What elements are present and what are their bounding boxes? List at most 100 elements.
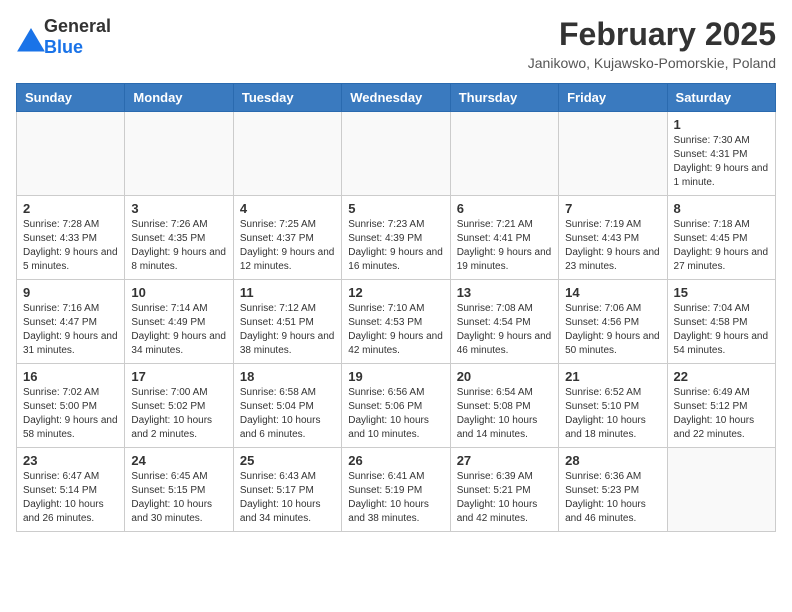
- calendar-cell: 15 Sunrise: 7:04 AM Sunset: 4:58 PM Dayli…: [667, 280, 775, 364]
- day-number: 19: [348, 369, 443, 384]
- day-info: Sunrise: 7:19 AM Sunset: 4:43 PM Dayligh…: [565, 218, 660, 274]
- day-info: Sunrise: 6:58 AM Sunset: 5:04 PM Dayligh…: [240, 386, 335, 442]
- month-title: February 2025: [528, 16, 776, 53]
- day-info: Sunrise: 6:45 AM Sunset: 5:15 PM Dayligh…: [131, 470, 226, 526]
- calendar-cell: [450, 112, 558, 196]
- weekday-header-saturday: Saturday: [667, 84, 775, 112]
- day-info: Sunrise: 7:04 AM Sunset: 4:58 PM Dayligh…: [674, 302, 769, 358]
- day-info: Sunrise: 6:39 AM Sunset: 5:21 PM Dayligh…: [457, 470, 552, 526]
- calendar-cell: 3Sunrise: 7:26 AM Sunset: 4:35 PM Daylig…: [125, 196, 233, 280]
- week-row-3: 9Sunrise: 7:16 AM Sunset: 4:47 PM Daylig…: [17, 280, 776, 364]
- day-info: Sunrise: 6:47 AM Sunset: 5:14 PM Dayligh…: [23, 470, 118, 526]
- weekday-header-tuesday: Tuesday: [233, 84, 341, 112]
- calendar-cell: 21 Sunrise: 6:52 AM Sunset: 5:10 PM Dayli…: [559, 364, 667, 448]
- calendar-cell: 12 Sunrise: 7:10 AM Sunset: 4:53 PM Dayli…: [342, 280, 450, 364]
- weekday-header-thursday: Thursday: [450, 84, 558, 112]
- day-info: Sunrise: 7:00 AM Sunset: 5:02 PM Dayligh…: [131, 386, 226, 442]
- calendar-cell: 11 Sunrise: 7:12 AM Sunset: 4:51 PM Dayli…: [233, 280, 341, 364]
- week-row-1: 1Sunrise: 7:30 AM Sunset: 4:31 PM Daylig…: [17, 112, 776, 196]
- day-number: 13: [457, 285, 552, 300]
- calendar-cell: [125, 112, 233, 196]
- day-info: Sunrise: 7:06 AM Sunset: 4:56 PM Dayligh…: [565, 302, 660, 358]
- calendar-cell: 18 Sunrise: 6:58 AM Sunset: 5:04 PM Dayli…: [233, 364, 341, 448]
- day-number: 5: [348, 201, 443, 216]
- day-number: 1: [674, 117, 769, 132]
- calendar-cell: 10 Sunrise: 7:14 AM Sunset: 4:49 PM Dayli…: [125, 280, 233, 364]
- day-number: 22: [674, 369, 769, 384]
- calendar-cell: 8 Sunrise: 7:18 AM Sunset: 4:45 PM Daylig…: [667, 196, 775, 280]
- calendar-cell: [233, 112, 341, 196]
- calendar-cell: 13 Sunrise: 7:08 AM Sunset: 4:54 PM Dayli…: [450, 280, 558, 364]
- calendar-cell: 24 Sunrise: 6:45 AM Sunset: 5:15 PM Dayli…: [125, 448, 233, 532]
- calendar-cell: 4 Sunrise: 7:25 AM Sunset: 4:37 PM Daylig…: [233, 196, 341, 280]
- calendar-cell: 23 Sunrise: 6:47 AM Sunset: 5:14 PM Dayli…: [17, 448, 125, 532]
- calendar-cell: 6Sunrise: 7:21 AM Sunset: 4:41 PM Daylig…: [450, 196, 558, 280]
- location-title: Janikowo, Kujawsko-Pomorskie, Poland: [528, 55, 776, 71]
- calendar-cell: 26 Sunrise: 6:41 AM Sunset: 5:19 PM Dayli…: [342, 448, 450, 532]
- calendar-cell: [559, 112, 667, 196]
- calendar-cell: [17, 112, 125, 196]
- day-info: Sunrise: 7:16 AM Sunset: 4:47 PM Dayligh…: [23, 302, 118, 358]
- calendar-cell: 16Sunrise: 7:02 AM Sunset: 5:00 PM Dayli…: [17, 364, 125, 448]
- day-number: 4: [240, 201, 335, 216]
- day-info: Sunrise: 7:08 AM Sunset: 4:54 PM Dayligh…: [457, 302, 552, 358]
- logo-icon: [16, 27, 40, 47]
- day-number: 15: [674, 285, 769, 300]
- day-info: Sunrise: 6:52 AM Sunset: 5:10 PM Dayligh…: [565, 386, 660, 442]
- calendar-cell: 28Sunrise: 6:36 AM Sunset: 5:23 PM Dayli…: [559, 448, 667, 532]
- calendar-cell: 17 Sunrise: 7:00 AM Sunset: 5:02 PM Dayli…: [125, 364, 233, 448]
- calendar-cell: 20Sunrise: 6:54 AM Sunset: 5:08 PM Dayli…: [450, 364, 558, 448]
- day-number: 18: [240, 369, 335, 384]
- calendar-cell: 22 Sunrise: 6:49 AM Sunset: 5:12 PM Dayli…: [667, 364, 775, 448]
- day-number: 27: [457, 453, 552, 468]
- day-info: Sunrise: 7:02 AM Sunset: 5:00 PM Dayligh…: [23, 386, 118, 442]
- logo: General Blue: [16, 16, 111, 58]
- day-info: Sunrise: 7:28 AM Sunset: 4:33 PM Dayligh…: [23, 218, 118, 274]
- calendar-cell: 1Sunrise: 7:30 AM Sunset: 4:31 PM Daylig…: [667, 112, 775, 196]
- day-info: Sunrise: 7:25 AM Sunset: 4:37 PM Dayligh…: [240, 218, 335, 274]
- calendar-cell: [667, 448, 775, 532]
- day-info: Sunrise: 6:43 AM Sunset: 5:17 PM Dayligh…: [240, 470, 335, 526]
- weekday-header-monday: Monday: [125, 84, 233, 112]
- day-number: 26: [348, 453, 443, 468]
- day-info: Sunrise: 7:12 AM Sunset: 4:51 PM Dayligh…: [240, 302, 335, 358]
- day-number: 11: [240, 285, 335, 300]
- day-number: 14: [565, 285, 660, 300]
- calendar-cell: 5Sunrise: 7:23 AM Sunset: 4:39 PM Daylig…: [342, 196, 450, 280]
- calendar-cell: 19 Sunrise: 6:56 AM Sunset: 5:06 PM Dayli…: [342, 364, 450, 448]
- logo-text: General Blue: [44, 16, 111, 58]
- day-number: 2: [23, 201, 118, 216]
- day-number: 8: [674, 201, 769, 216]
- weekday-header-wednesday: Wednesday: [342, 84, 450, 112]
- day-info: Sunrise: 7:18 AM Sunset: 4:45 PM Dayligh…: [674, 218, 769, 274]
- day-number: 24: [131, 453, 226, 468]
- weekday-header-friday: Friday: [559, 84, 667, 112]
- week-row-5: 23 Sunrise: 6:47 AM Sunset: 5:14 PM Dayli…: [17, 448, 776, 532]
- day-number: 17: [131, 369, 226, 384]
- day-number: 10: [131, 285, 226, 300]
- calendar-cell: 2 Sunrise: 7:28 AM Sunset: 4:33 PM Daylig…: [17, 196, 125, 280]
- day-info: Sunrise: 6:49 AM Sunset: 5:12 PM Dayligh…: [674, 386, 769, 442]
- calendar-cell: 14 Sunrise: 7:06 AM Sunset: 4:56 PM Dayli…: [559, 280, 667, 364]
- weekday-header-row: SundayMondayTuesdayWednesdayThursdayFrid…: [17, 84, 776, 112]
- day-info: Sunrise: 6:54 AM Sunset: 5:08 PM Dayligh…: [457, 386, 552, 442]
- day-info: Sunrise: 6:36 AM Sunset: 5:23 PM Dayligh…: [565, 470, 660, 526]
- day-number: 23: [23, 453, 118, 468]
- day-info: Sunrise: 7:26 AM Sunset: 4:35 PM Dayligh…: [131, 218, 226, 274]
- header: General Blue February 2025 Janikowo, Kuj…: [16, 16, 776, 71]
- day-number: 7: [565, 201, 660, 216]
- calendar-cell: [342, 112, 450, 196]
- week-row-4: 16Sunrise: 7:02 AM Sunset: 5:00 PM Dayli…: [17, 364, 776, 448]
- day-info: Sunrise: 7:10 AM Sunset: 4:53 PM Dayligh…: [348, 302, 443, 358]
- day-number: 21: [565, 369, 660, 384]
- day-info: Sunrise: 6:41 AM Sunset: 5:19 PM Dayligh…: [348, 470, 443, 526]
- day-number: 12: [348, 285, 443, 300]
- title-area: February 2025 Janikowo, Kujawsko-Pomorsk…: [528, 16, 776, 71]
- calendar-cell: 25 Sunrise: 6:43 AM Sunset: 5:17 PM Dayli…: [233, 448, 341, 532]
- week-row-2: 2 Sunrise: 7:28 AM Sunset: 4:33 PM Daylig…: [17, 196, 776, 280]
- day-info: Sunrise: 6:56 AM Sunset: 5:06 PM Dayligh…: [348, 386, 443, 442]
- calendar-cell: 27 Sunrise: 6:39 AM Sunset: 5:21 PM Dayli…: [450, 448, 558, 532]
- day-number: 25: [240, 453, 335, 468]
- day-info: Sunrise: 7:14 AM Sunset: 4:49 PM Dayligh…: [131, 302, 226, 358]
- day-number: 6: [457, 201, 552, 216]
